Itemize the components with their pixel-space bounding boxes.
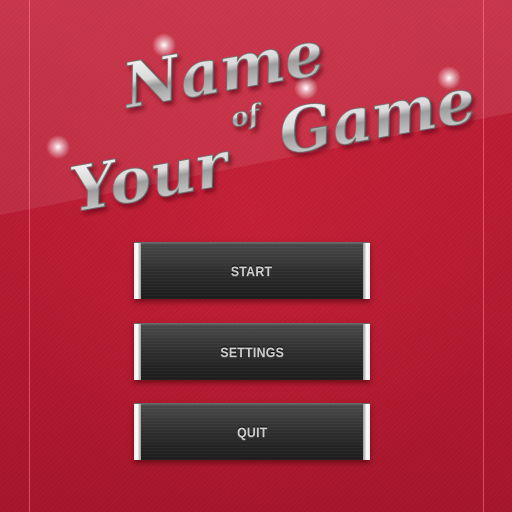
start-button-label: START [231, 263, 273, 279]
settings-button-label: SETTINGS [220, 344, 284, 360]
right-frame-line [483, 0, 484, 512]
title-word-of: of [229, 99, 266, 134]
game-title-logo: Name of Your Game [40, 10, 481, 227]
settings-button[interactable]: SETTINGS [134, 323, 370, 380]
start-button[interactable]: START [134, 242, 370, 299]
quit-button-label: QUIT [236, 424, 268, 440]
quit-button[interactable]: QUIT [134, 403, 370, 460]
left-frame-line [29, 0, 30, 512]
